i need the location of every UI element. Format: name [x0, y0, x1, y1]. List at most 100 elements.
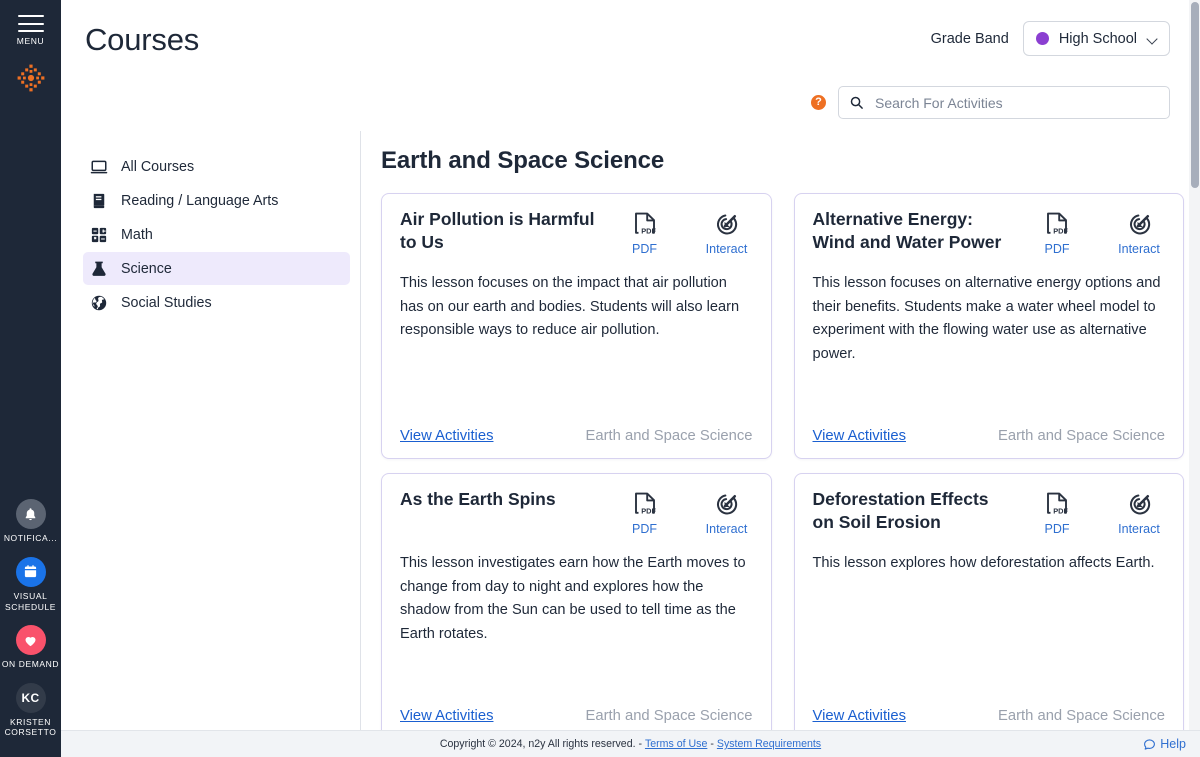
view-activities-link[interactable]: View Activities	[813, 428, 906, 444]
chevron-down-icon	[1148, 34, 1158, 44]
rail-item-visual-schedule[interactable]: VISUAL SCHEDULE	[0, 556, 61, 612]
help-button[interactable]: Help	[1143, 737, 1186, 751]
main-area: Courses Grade Band High School ? Search …	[61, 0, 1200, 757]
lesson-card[interactable]: Deforestation Effects on Soil Erosion PD…	[793, 473, 1184, 730]
card-subject: Earth and Space Science	[998, 708, 1165, 724]
card-subject: Earth and Space Science	[585, 428, 753, 444]
card-description: This lesson focuses on alternative energ…	[812, 275, 1161, 362]
interact-action[interactable]: Interact	[1113, 492, 1165, 536]
lesson-card-grid: Air Pollution is Harmful to Us PDF PDF I…	[381, 193, 1184, 730]
interact-label: Interact	[705, 522, 748, 536]
system-requirements-link[interactable]: System Requirements	[717, 738, 821, 750]
interact-label: Interact	[1118, 522, 1160, 536]
help-label: Help	[1160, 737, 1186, 751]
search-box[interactable]	[838, 86, 1170, 119]
card-actions: PDF PDF Interact	[619, 488, 753, 536]
flask-icon	[89, 259, 108, 278]
interact-action[interactable]: Interact	[1113, 212, 1165, 256]
interact-label: Interact	[705, 242, 748, 256]
footer-separator: -	[710, 738, 714, 750]
view-activities-link[interactable]: View Activities	[400, 428, 493, 444]
grade-band-value: High School	[1058, 30, 1137, 47]
card-description: This lesson focuses on the impact that a…	[400, 275, 740, 339]
sidebar-item-social-studies[interactable]: Social Studies	[83, 286, 350, 319]
card-footer: View Activities Earth and Space Science	[813, 428, 1166, 448]
card-title: As the Earth Spins	[400, 489, 556, 509]
page-title: Courses	[85, 22, 200, 57]
search-icon	[850, 96, 863, 109]
interact-icon	[1129, 494, 1150, 515]
svg-text:PDF: PDF	[1053, 227, 1068, 236]
lesson-card[interactable]: Alternative Energy: Wind and Water Power…	[793, 193, 1184, 459]
n2y-logo-icon[interactable]	[16, 63, 46, 93]
card-header: As the Earth Spins PDF PDF Interact	[400, 488, 753, 536]
calendar-icon	[15, 556, 46, 587]
course-subnav: All Courses Reading / Language Arts Math…	[61, 131, 361, 730]
sidebar-item-all-courses[interactable]: All Courses	[83, 150, 350, 183]
rail-item-notifications[interactable]: NOTIFICA...	[0, 499, 61, 544]
interact-icon	[1129, 214, 1150, 235]
chat-bubble-icon	[1144, 738, 1156, 750]
card-header: Deforestation Effects on Soil Erosion PD…	[813, 488, 1166, 536]
card-header: Air Pollution is Harmful to Us PDF PDF I…	[400, 208, 753, 256]
help-question-icon[interactable]: ?	[811, 95, 826, 110]
interact-icon	[716, 494, 738, 515]
pdf-icon: PDF	[634, 212, 656, 236]
sidebar-item-reading-language-arts[interactable]: Reading / Language Arts	[83, 184, 350, 217]
avatar: KC	[15, 682, 46, 713]
lesson-card[interactable]: Air Pollution is Harmful to Us PDF PDF I…	[381, 193, 772, 459]
lesson-card[interactable]: As the Earth Spins PDF PDF Interact This…	[381, 473, 772, 730]
grade-band-select[interactable]: High School	[1022, 21, 1170, 56]
rail-top: MENU	[0, 0, 61, 93]
section-title: Earth and Space Science	[381, 147, 665, 174]
pdf-icon: PDF	[634, 492, 656, 516]
grade-band-control: Grade Band High School	[931, 21, 1170, 56]
card-subject: Earth and Space Science	[585, 708, 753, 724]
card-footer: View Activities Earth and Space Science	[400, 708, 753, 728]
rail-item-label: VISUAL SCHEDULE	[4, 590, 57, 612]
pdf-action[interactable]: PDF PDF	[619, 212, 671, 256]
sidebar-item-math[interactable]: Math	[83, 218, 350, 251]
card-footer: View Activities Earth and Space Science	[400, 428, 753, 448]
pdf-label: PDF	[1044, 242, 1070, 256]
rail-item-label: ON DEMAND	[1, 659, 60, 670]
pdf-action[interactable]: PDF PDF	[619, 492, 671, 536]
app-root: MENU NOTIFICA... VISUAL SCHEDULE ON DEMA…	[0, 0, 1200, 757]
monitor-icon	[89, 157, 108, 176]
card-title: Air Pollution is Harmful to Us	[400, 209, 595, 253]
interact-action[interactable]: Interact	[701, 212, 753, 256]
menu-icon[interactable]	[17, 15, 44, 32]
heart-icon	[15, 625, 46, 656]
view-activities-link[interactable]: View Activities	[813, 708, 906, 724]
sidebar-item-label: Social Studies	[121, 294, 212, 311]
search-input[interactable]	[875, 94, 1159, 111]
pdf-action[interactable]: PDF PDF	[1031, 212, 1083, 256]
pdf-icon: PDF	[1047, 212, 1068, 236]
search-row: ?	[811, 86, 1170, 119]
interact-icon	[716, 214, 738, 235]
sidebar-item-science[interactable]: Science	[83, 252, 350, 285]
footer: Copyright © 2024, n2y All rights reserve…	[61, 730, 1200, 757]
menu-label: MENU	[16, 36, 45, 46]
terms-of-use-link[interactable]: Terms of Use	[645, 738, 707, 750]
card-actions: PDF PDF Interact	[1031, 208, 1165, 256]
pdf-label: PDF	[632, 522, 657, 536]
view-activities-link[interactable]: View Activities	[400, 708, 493, 724]
grade-band-label: Grade Band	[930, 30, 1009, 47]
svg-text:PDF: PDF	[641, 227, 656, 236]
grade-band-color-dot	[1035, 32, 1049, 45]
page-scrollbar-thumb[interactable]	[1191, 2, 1199, 188]
rail-item-user-profile[interactable]: KC KRISTEN CORSETTO	[0, 682, 61, 738]
rail-item-on-demand[interactable]: ON DEMAND	[0, 625, 61, 670]
rail-item-label: KRISTEN CORSETTO	[4, 716, 57, 738]
book-icon	[89, 191, 108, 210]
card-title: Alternative Energy: Wind and Water Power	[812, 209, 1002, 253]
page-scrollbar-track[interactable]	[1189, 0, 1200, 730]
card-title: Deforestation Effects on Soil Erosion	[812, 489, 989, 533]
interact-action[interactable]: Interact	[701, 492, 753, 536]
pdf-action[interactable]: PDF PDF	[1031, 492, 1083, 536]
left-rail: MENU NOTIFICA... VISUAL SCHEDULE ON DEMA…	[0, 0, 61, 757]
card-description: This lesson investigates earn how the Ea…	[400, 555, 746, 642]
pdf-label: PDF	[632, 242, 657, 256]
svg-text:PDF: PDF	[641, 507, 656, 516]
